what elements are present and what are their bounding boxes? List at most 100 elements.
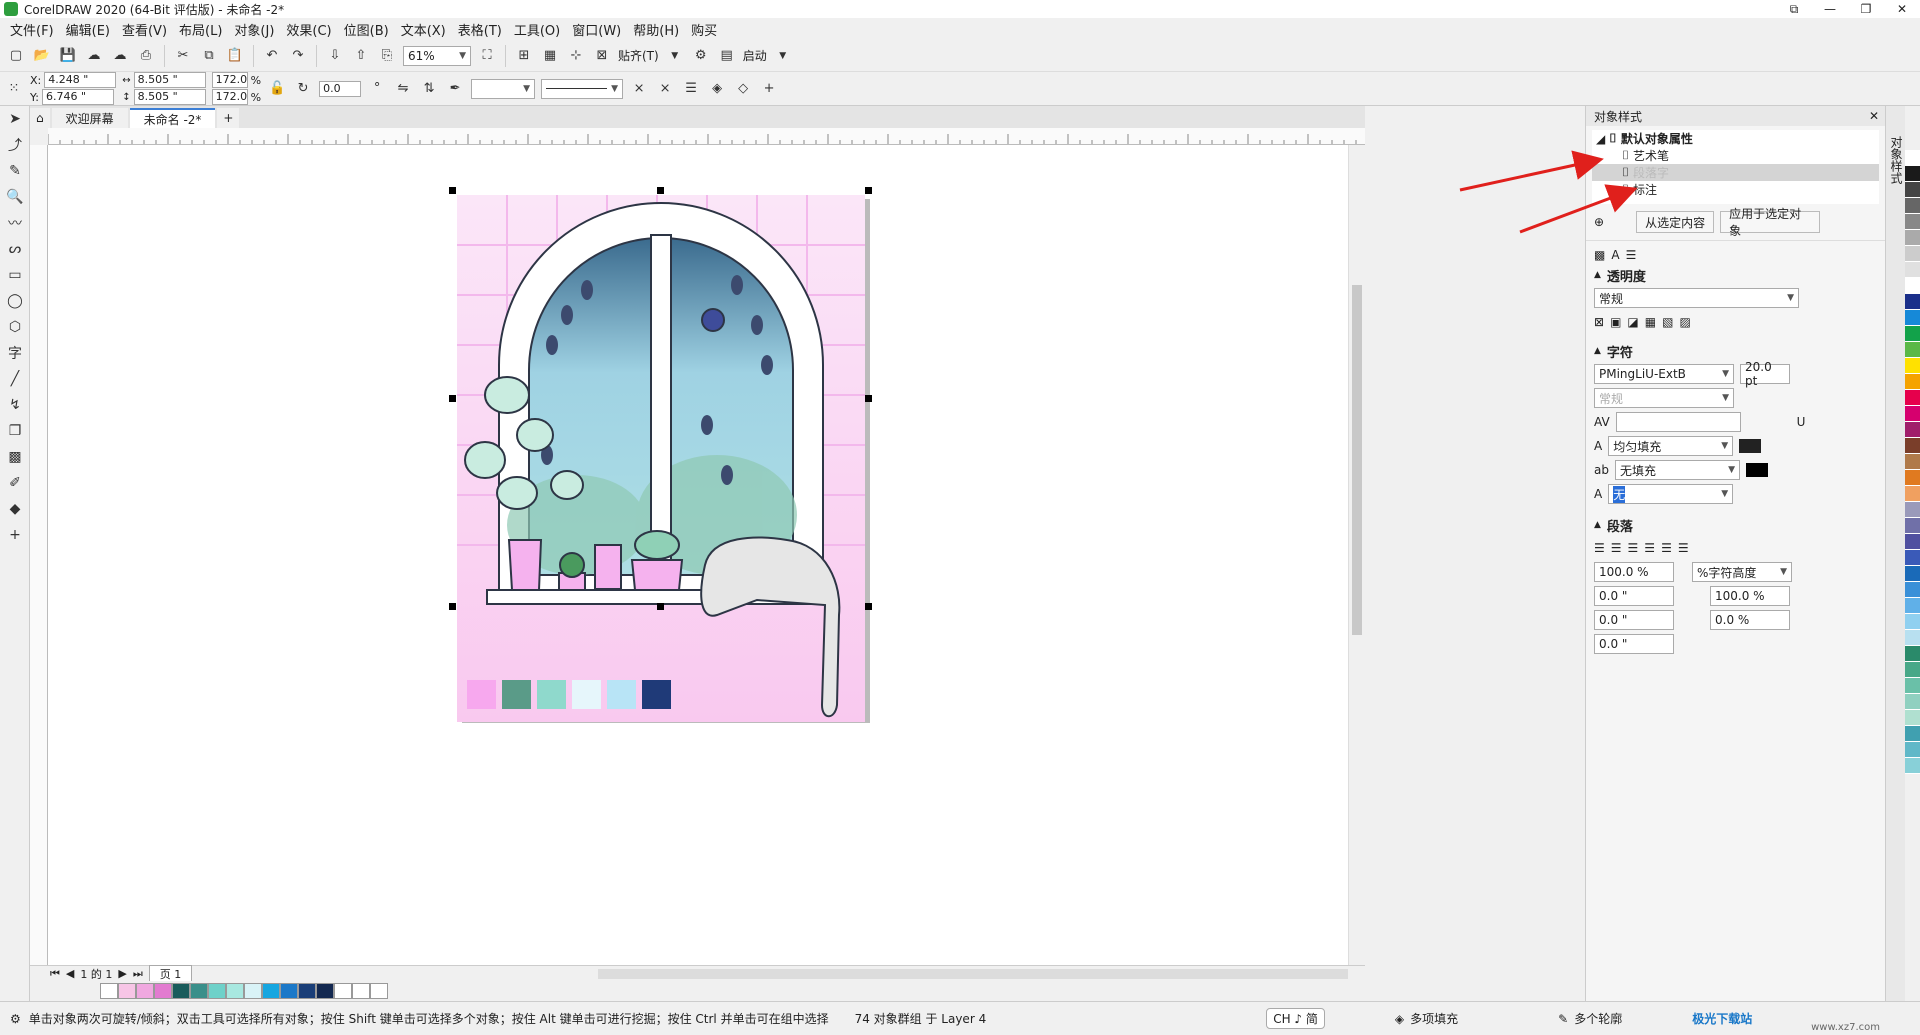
rotation-angle-field[interactable]: 0.0 <box>319 80 362 97</box>
font-size-field[interactable]: 20.0 pt <box>1740 360 1790 388</box>
align-left-icon[interactable]: ☰ <box>1611 541 1622 555</box>
launch-chevron-icon[interactable]: ▼ <box>773 46 793 66</box>
polygon-tool-icon[interactable]: ⬡ <box>0 314 30 340</box>
export-icon[interactable]: ⇧ <box>351 46 371 66</box>
palette-swatch[interactable] <box>1905 438 1920 454</box>
tree-item-callout[interactable]: ⌷ 标注 <box>1592 181 1879 198</box>
palette-swatch[interactable] <box>1905 310 1920 326</box>
palette-swatch[interactable] <box>1905 534 1920 550</box>
expand-icon[interactable]: ◢ <box>1596 132 1605 146</box>
undo-icon[interactable]: ↶ <box>262 46 282 66</box>
transparency-tool-icon[interactable]: ▩ <box>0 444 30 470</box>
palette-swatch[interactable] <box>1905 182 1920 198</box>
palette-swatch[interactable] <box>1905 326 1920 342</box>
pdf-icon[interactable]: ⎘ <box>377 46 397 66</box>
zoom-level-combo[interactable]: 61% ▼ <box>403 45 471 66</box>
new-document-icon[interactable]: ▢ <box>6 46 26 66</box>
launch-icon[interactable]: ▤ <box>717 46 737 66</box>
close-button[interactable]: ✕ <box>1884 0 1920 18</box>
palette-swatch[interactable] <box>1905 278 1920 294</box>
rectangle-tool-icon[interactable]: ▭ <box>0 262 30 288</box>
color-swatch[interactable] <box>502 680 531 709</box>
snap-off-icon[interactable]: ⊠ <box>592 46 612 66</box>
combine-icon[interactable]: ⨯ <box>655 79 675 99</box>
from-selection-button[interactable]: 从选定内容 <box>1636 211 1715 233</box>
palette-swatch[interactable] <box>316 983 334 999</box>
new-tab-icon[interactable]: + <box>217 108 240 128</box>
palette-swatch[interactable] <box>100 983 118 999</box>
palette-swatch[interactable] <box>370 983 388 999</box>
object-origin-icon[interactable]: ⁙ <box>4 79 24 99</box>
profile-icon[interactable]: ⧉ <box>1776 0 1812 18</box>
palette-swatch[interactable] <box>1905 294 1920 310</box>
palette-swatch[interactable] <box>262 983 280 999</box>
cloud-upload-icon[interactable]: ☁ <box>110 46 130 66</box>
home-icon[interactable]: ⌂ <box>30 108 50 128</box>
grid-icon[interactable]: ▦ <box>540 46 560 66</box>
pick-tool-icon[interactable]: ➤ <box>0 106 30 132</box>
print-icon[interactable]: ⎙ <box>136 46 156 66</box>
palette-swatch[interactable] <box>1905 422 1920 438</box>
paste-icon[interactable]: 📋 <box>225 46 245 66</box>
object-styles-side-tab[interactable]: 对象样式 <box>1885 106 1905 1001</box>
palette-swatch[interactable] <box>226 983 244 999</box>
ime-indicator[interactable]: CH ♪ 简 <box>1266 1008 1325 1029</box>
height-field[interactable]: 8.505 " <box>133 89 206 105</box>
menu-text[interactable]: 文本(X) <box>401 20 446 39</box>
palette-swatch[interactable] <box>1905 646 1920 662</box>
no-transparency-icon[interactable]: ⊠ <box>1594 315 1604 329</box>
char-a-icon[interactable]: A <box>1611 248 1619 262</box>
cut-icon[interactable]: ✂ <box>173 46 193 66</box>
palette-swatch[interactable] <box>1905 150 1920 166</box>
artwork-group[interactable] <box>457 195 865 722</box>
menu-edit[interactable]: 编辑(E) <box>66 20 110 39</box>
align-force-icon[interactable]: ☰ <box>1678 541 1689 555</box>
apply-style-icon[interactable]: ⊕ <box>1594 215 1604 229</box>
cloud-download-icon[interactable]: ☁ <box>84 46 104 66</box>
menu-object[interactable]: 对象(J) <box>234 20 274 39</box>
menu-buy[interactable]: 购买 <box>691 20 717 39</box>
prev-page-icon[interactable]: ◀ <box>66 967 74 980</box>
menu-table[interactable]: 表格(T) <box>458 20 502 39</box>
panel-close-icon[interactable]: ✕ <box>1869 109 1879 123</box>
palette-swatch[interactable] <box>1905 614 1920 630</box>
bg-color-swatch[interactable] <box>1745 463 1768 477</box>
palette-swatch[interactable] <box>118 983 136 999</box>
handle-top-right[interactable] <box>865 187 872 194</box>
palette-swatch[interactable] <box>1905 742 1920 758</box>
restore-button[interactable]: ❐ <box>1848 0 1884 18</box>
palette-swatch[interactable] <box>1905 694 1920 710</box>
palette-swatch[interactable] <box>1905 630 1920 646</box>
paragraph-icon[interactable]: ☰ <box>1626 248 1637 262</box>
palette-swatch[interactable] <box>1905 230 1920 246</box>
palette-swatch[interactable] <box>1905 470 1920 486</box>
palette-swatch[interactable] <box>208 983 226 999</box>
tab-document[interactable]: 未命名 -2* <box>129 108 216 128</box>
menu-layout[interactable]: 布局(L) <box>179 20 222 39</box>
fill-color-swatch[interactable] <box>1739 439 1762 453</box>
menu-tools[interactable]: 工具(O) <box>514 20 560 39</box>
parallel-dimension-icon[interactable]: ╱ <box>0 366 30 392</box>
horizontal-scrollbar[interactable] <box>598 968 1349 979</box>
color-swatch[interactable] <box>642 680 671 709</box>
palette-swatch[interactable] <box>1905 246 1920 262</box>
palette-swatch[interactable] <box>334 983 352 999</box>
shape-tool-icon[interactable]: ⤴ <box>0 132 30 158</box>
bitmap-transparency-icon[interactable]: ▧ <box>1662 315 1673 329</box>
drawing-canvas[interactable] <box>48 145 1365 965</box>
import-icon[interactable]: ⇩ <box>325 46 345 66</box>
color-swatch[interactable] <box>537 680 566 709</box>
outline-width-combo[interactable]: ▼ <box>471 78 536 99</box>
palette-swatch[interactable] <box>1905 726 1920 742</box>
align-right-icon[interactable]: ☰ <box>1644 541 1655 555</box>
color-swatch[interactable] <box>467 680 496 709</box>
palette-swatch[interactable] <box>1905 518 1920 534</box>
eyedropper-icon[interactable]: ✐ <box>0 470 30 496</box>
fountain-transparency-icon[interactable]: ◪ <box>1627 315 1638 329</box>
font-style-combo[interactable]: 常规 ▼ <box>1594 388 1734 408</box>
options-gear-icon[interactable]: ⚙ <box>691 46 711 66</box>
palette-swatch[interactable] <box>1905 454 1920 470</box>
handle-bottom-left[interactable] <box>449 603 456 610</box>
snap-chevron-icon[interactable]: ▼ <box>665 46 685 66</box>
palette-swatch[interactable] <box>1905 502 1920 518</box>
